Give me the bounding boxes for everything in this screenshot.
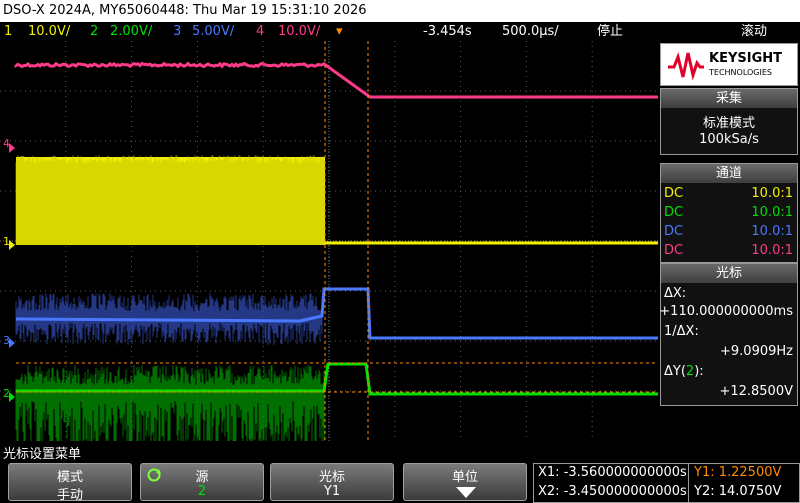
ch3-scale[interactable]: 5.00V/ (192, 22, 234, 41)
cursor-softkey-value: Y1 (323, 484, 341, 499)
brand-logo: KEYSIGHT TECHNOLOGIES (660, 43, 798, 86)
delta-y-value: +12.8500V (719, 384, 793, 399)
trigger-arrow-icon: ▾ (336, 24, 343, 39)
x2-readout: X2: -3.450000000000s (538, 484, 687, 499)
inv-delta-x-label: 1/ΔX: (664, 324, 699, 339)
sample-rate: 100kSa/s (699, 132, 759, 147)
mode-softkey[interactable]: 模式 手动 (8, 463, 132, 503)
units-softkey[interactable]: 单位 (403, 463, 527, 501)
ch2-trace (16, 362, 658, 396)
ch2-ground-marker[interactable]: 2 (3, 387, 10, 400)
cursor-softkey[interactable]: 光标 Y1 (270, 463, 394, 501)
ch1-number[interactable]: 1 (4, 22, 12, 41)
horizontal-delay[interactable]: -3.454s (423, 22, 472, 41)
ch1-scale[interactable]: 10.0V/ (28, 22, 70, 41)
acquire-mode[interactable]: 滚动 (741, 22, 767, 41)
channels-panel[interactable]: 通道 DC 10.0:1 DC 10.0:1 DC 10.0:1 DC 10.0:1 (660, 163, 798, 263)
units-softkey-label: 单位 (451, 470, 478, 485)
cursor-readout: X1: -3.560000000000s X2: -3.450000000000… (533, 463, 800, 503)
ch2-number[interactable]: 2 (90, 22, 98, 41)
status-bar: 1 10.0V/ 2 2.00V/ 3 5.00V/ 4 10.0V/ ▾ -3… (0, 22, 800, 41)
channel-coupling: DC (664, 186, 684, 201)
y1-readout: Y1: 1.22500V (694, 465, 782, 480)
cursors-header: 光标 (661, 264, 797, 283)
mode-softkey-value: 手动 (56, 488, 83, 503)
delta-x-label: ΔX: (664, 286, 687, 301)
delta-y-channel: 2 (685, 364, 695, 379)
channel-probe-ratio: 10.0:1 (751, 243, 793, 258)
cursor-softkey-label: 光标 (318, 470, 345, 485)
ch1-ground-marker[interactable]: 1 (3, 235, 10, 248)
ch2-scale[interactable]: 2.00V/ (110, 22, 152, 41)
softkey-menu-title: 光标设置菜单 (3, 447, 82, 462)
title-bar: DSO-X 2024A, MY65060448: Thu Mar 19 15:3… (0, 0, 800, 22)
readout-divider (688, 464, 689, 502)
ch2-trace-noise (15, 365, 325, 441)
delta-y-label: ΔY(2): (664, 364, 704, 379)
waveform-display[interactable]: 4 1 3 2 (0, 41, 658, 441)
brand-name: KEYSIGHT (709, 51, 782, 66)
ch3-ground-marker[interactable]: 3 (3, 334, 10, 347)
submenu-arrow-icon (456, 487, 476, 498)
source-softkey[interactable]: 源 2 (140, 463, 264, 501)
y2-readout: Y2: 14.0750V (694, 484, 782, 499)
brand-sub: TECHNOLOGIES (709, 68, 772, 77)
ch3-number[interactable]: 3 (173, 22, 181, 41)
channel-probe-ratio: 10.0:1 (751, 186, 793, 201)
delta-y-suffix: ): (694, 364, 704, 379)
mode-softkey-label: 模式 (56, 470, 83, 485)
channel-coupling: DC (664, 224, 684, 239)
keysight-wave-icon (668, 52, 704, 81)
source-softkey-label: 源 (195, 470, 209, 485)
cursors-panel[interactable]: 光标 ΔX: +110.000000000ms 1/ΔX: +9.0909Hz … (659, 263, 798, 406)
run-state[interactable]: 停止 (597, 22, 623, 41)
channel-coupling: DC (664, 205, 684, 220)
acquisition-mode: 标准模式 (702, 116, 755, 131)
ch4-scale[interactable]: 10.0V/ (278, 22, 320, 41)
waveform-svg (0, 41, 658, 441)
ch4-number[interactable]: 4 (256, 22, 264, 41)
ch4-ground-marker[interactable]: 4 (3, 137, 10, 150)
ch1-trace-noise (15, 155, 325, 245)
ch4-trace (14, 61, 658, 99)
x1-readout: X1: -3.560000000000s (538, 465, 687, 480)
channel-probe-ratio: 10.0:1 (751, 205, 793, 220)
inv-delta-x-value: +9.0909Hz (720, 344, 793, 359)
delta-y-prefix: ΔY( (664, 364, 686, 379)
source-softkey-value: 2 (197, 484, 207, 499)
channel-probe-ratio: 10.0:1 (751, 224, 793, 239)
acquisition-header: 采集 (661, 89, 797, 108)
ch1-trace-band (16, 157, 325, 245)
delta-x-value: +110.000000000ms (659, 304, 793, 319)
right-panel: KEYSIGHT TECHNOLOGIES 采集 标准模式 100kSa/s 通… (658, 41, 800, 441)
channel-coupling: DC (664, 243, 684, 258)
acquisition-panel[interactable]: 采集 标准模式 100kSa/s (660, 88, 798, 155)
channels-header: 通道 (661, 164, 797, 183)
timebase[interactable]: 500.0μs/ (502, 22, 559, 41)
